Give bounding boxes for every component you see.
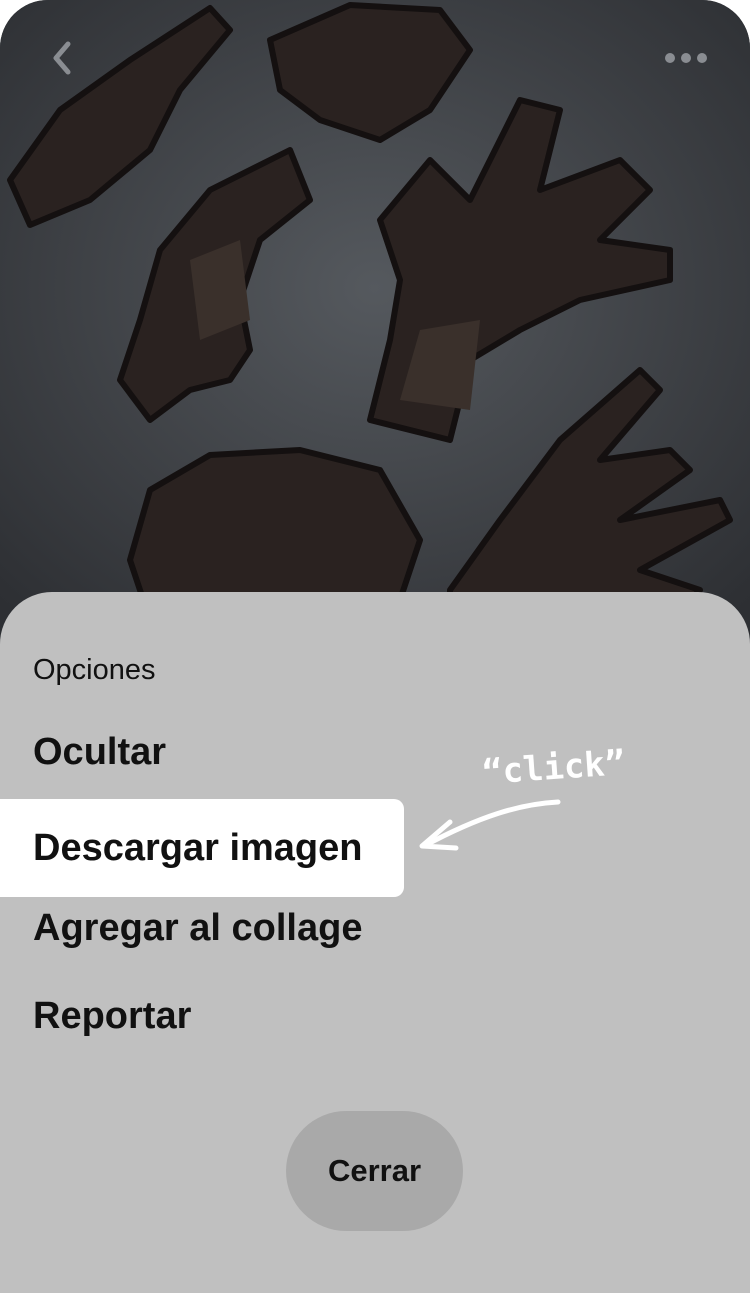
option-ocultar[interactable]: Ocultar	[0, 703, 404, 801]
hand-drawn-arrow-icon	[419, 799, 561, 851]
pin-image	[0, 0, 750, 640]
options-sheet: Opciones Ocultar Descargar imagen Agrega…	[0, 592, 750, 1293]
option-label: Ocultar	[33, 730, 167, 773]
close-button-label: Cerrar	[327, 1153, 422, 1188]
option-label: Reportar	[33, 994, 192, 1037]
sheet-title: Opciones	[33, 654, 156, 686]
chevron-left-icon	[53, 41, 71, 75]
option-label: Agregar al collage	[33, 906, 363, 949]
option-label: Descargar imagen	[33, 826, 363, 869]
option-reportar[interactable]: Reportar	[0, 967, 404, 1065]
back-button[interactable]	[38, 34, 86, 82]
option-agregar-al-collage[interactable]: Agregar al collage	[0, 879, 404, 977]
more-horizontal-icon	[665, 53, 707, 63]
pin-screen: Opciones Ocultar Descargar imagen Agrega…	[0, 0, 750, 1293]
more-options-button[interactable]	[656, 38, 716, 78]
close-button[interactable]: Cerrar	[286, 1111, 463, 1231]
